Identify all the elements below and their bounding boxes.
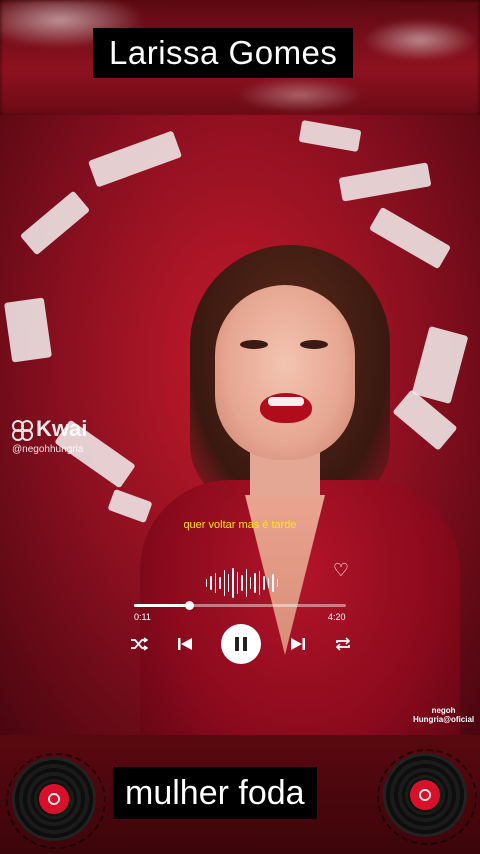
waveform-bar	[232, 568, 234, 598]
waveform-bar	[236, 572, 239, 594]
caption-text: mulher foda	[125, 773, 305, 812]
kwai-handle: @negohhungria	[12, 444, 84, 455]
previous-icon[interactable]	[177, 636, 193, 652]
total-time: 4:20	[328, 612, 346, 622]
caption-banner: mulher foda	[113, 767, 317, 819]
kwai-logo-text: Kwai	[36, 416, 88, 441]
playback-controls	[130, 624, 352, 664]
waveform-bar	[228, 574, 230, 592]
waveform-bar	[267, 578, 270, 588]
singer-eye	[240, 340, 268, 349]
artist-title: Larissa Gomes	[109, 34, 338, 71]
waveform-bar	[245, 569, 248, 597]
waveform-bar	[272, 574, 274, 592]
credit-watermark: negoh Hungria@oficial	[413, 706, 474, 724]
waveform-bar	[210, 576, 212, 590]
waveform-bar	[223, 570, 226, 596]
kwai-logo: Kwai	[12, 416, 87, 442]
credit-line-2: Hungria@oficial	[413, 715, 475, 724]
vinyl-record-icon	[377, 749, 477, 845]
pause-icon	[235, 637, 247, 651]
singer-face	[215, 285, 355, 460]
pause-button[interactable]	[221, 624, 261, 664]
shuffle-icon[interactable]	[130, 636, 148, 652]
progress-fill	[134, 604, 190, 607]
waveform-bar	[276, 579, 278, 587]
kwai-watermark: Kwai @negohhungria	[12, 416, 87, 455]
waveform-bar	[250, 577, 252, 589]
decorative-shard	[87, 130, 183, 188]
next-icon[interactable]	[290, 636, 306, 652]
decorative-shard	[298, 119, 362, 153]
waveform-bar	[206, 579, 208, 587]
waveform-bar	[214, 573, 217, 593]
decorative-shard	[338, 162, 432, 202]
waveform-bar	[254, 573, 256, 593]
progress-bar[interactable]	[134, 601, 346, 610]
singer-teeth	[268, 397, 304, 406]
heart-icon[interactable]: ♡	[331, 560, 351, 580]
waveform-bar	[241, 575, 243, 591]
waveform-icon	[206, 566, 278, 600]
title-banner: Larissa Gomes	[93, 28, 354, 78]
lyric-subtitle: quer voltar mas é tarde	[183, 519, 297, 531]
vinyl-record-icon	[6, 753, 106, 849]
singer-eye	[300, 340, 328, 349]
decorative-shard	[19, 190, 91, 256]
waveform-bar	[219, 577, 221, 589]
waveform-bar	[258, 571, 261, 595]
decorative-shard	[4, 297, 52, 363]
repeat-icon[interactable]	[334, 636, 352, 652]
video-frame: Larissa Gomes Kwai @negohhungria quer vo…	[0, 0, 480, 854]
kwai-logo-icon	[12, 420, 33, 441]
waveform-bar	[263, 576, 265, 590]
credit-line-1: negoh	[431, 706, 456, 715]
elapsed-time: 0:11	[134, 612, 151, 622]
